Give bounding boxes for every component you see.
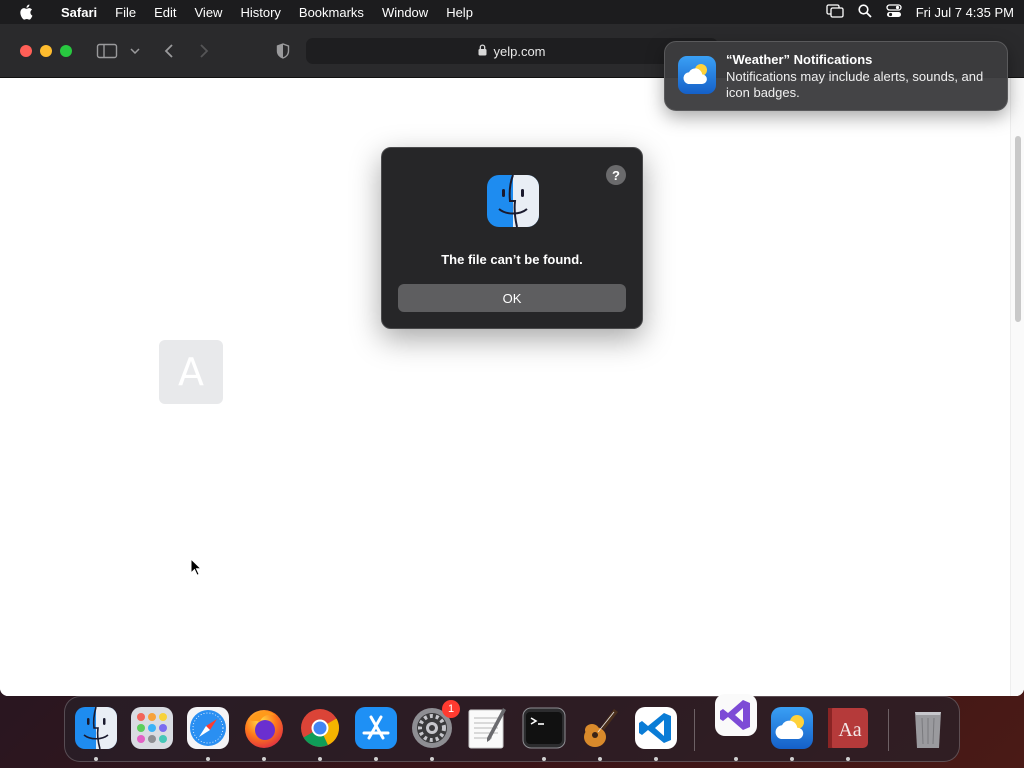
notification-title: “Weather” Notifications bbox=[726, 52, 873, 67]
forward-chevron-icon[interactable] bbox=[193, 40, 215, 62]
menu-bookmarks[interactable]: Bookmarks bbox=[290, 5, 373, 20]
running-indicator bbox=[542, 757, 546, 761]
menu-help[interactable]: Help bbox=[437, 5, 482, 20]
address-text: yelp.com bbox=[493, 43, 546, 59]
window-controls bbox=[20, 45, 72, 57]
dock-chrome-icon[interactable] bbox=[298, 706, 342, 761]
control-center-icon[interactable] bbox=[886, 3, 902, 21]
dock-trash-icon[interactable] bbox=[906, 706, 950, 750]
weather-notification-banner[interactable]: “Weather” Notifications Notifications ma… bbox=[664, 41, 1008, 111]
help-button[interactable]: ? bbox=[606, 165, 626, 185]
dock-separator bbox=[694, 709, 695, 751]
dock: 1 Aa bbox=[64, 693, 960, 762]
dock-weather-icon[interactable] bbox=[770, 706, 814, 761]
zoom-window-button[interactable] bbox=[60, 45, 72, 57]
dock-system-settings-icon[interactable]: 1 bbox=[410, 700, 460, 761]
menu-file[interactable]: File bbox=[106, 5, 145, 20]
privacy-shield-icon[interactable] bbox=[272, 40, 294, 62]
minimize-window-button[interactable] bbox=[40, 45, 52, 57]
dock-textedit-icon[interactable] bbox=[466, 706, 510, 750]
menu-history[interactable]: History bbox=[231, 5, 289, 20]
dock-safari-icon[interactable] bbox=[186, 706, 230, 761]
safari-window: yelp.com A bbox=[0, 24, 1024, 696]
dock-garageband-icon[interactable] bbox=[578, 706, 622, 761]
finder-icon bbox=[486, 174, 540, 228]
dock-launchpad-icon[interactable] bbox=[130, 706, 174, 750]
sidebar-toggle-icon[interactable] bbox=[96, 40, 118, 62]
close-window-button[interactable] bbox=[20, 45, 32, 57]
alert-message: The file can’t be found. bbox=[441, 252, 583, 267]
svg-text:Aa: Aa bbox=[838, 719, 861, 741]
mouse-pointer-icon bbox=[190, 557, 203, 581]
weather-app-icon bbox=[678, 56, 716, 94]
notification-body: Notifications may include alerts, sounds… bbox=[726, 69, 984, 100]
menu-view[interactable]: View bbox=[186, 5, 232, 20]
address-bar[interactable]: yelp.com bbox=[306, 38, 718, 64]
running-indicator bbox=[654, 757, 658, 761]
running-indicator bbox=[262, 757, 266, 761]
dock-finder-icon[interactable] bbox=[74, 706, 118, 761]
scrollbar-track[interactable] bbox=[1010, 78, 1024, 696]
running-indicator bbox=[790, 757, 794, 761]
running-indicator bbox=[206, 757, 210, 761]
dock-firefox-icon[interactable] bbox=[242, 706, 286, 761]
file-not-found-alert: ? The file can’t be found. OK bbox=[381, 147, 643, 329]
running-indicator bbox=[734, 757, 738, 761]
screen-mirroring-icon[interactable] bbox=[826, 3, 844, 21]
spotlight-search-icon[interactable] bbox=[858, 3, 872, 21]
tab-group-chevron-down-icon[interactable] bbox=[126, 40, 144, 62]
running-indicator bbox=[846, 757, 850, 761]
menu-edit[interactable]: Edit bbox=[145, 5, 185, 20]
back-chevron-icon[interactable] bbox=[158, 40, 180, 62]
running-indicator bbox=[318, 757, 322, 761]
ok-button[interactable]: OK bbox=[398, 284, 626, 312]
dock-app-store-icon[interactable] bbox=[354, 706, 398, 761]
dock-separator bbox=[888, 709, 889, 751]
scrollbar-thumb[interactable] bbox=[1015, 136, 1021, 322]
apple-menu-icon[interactable] bbox=[0, 4, 52, 20]
running-indicator bbox=[374, 757, 378, 761]
dock-visual-studio-icon[interactable] bbox=[714, 693, 758, 761]
lock-icon bbox=[478, 43, 487, 59]
menu-bar: Safari File Edit View History Bookmarks … bbox=[0, 0, 1024, 24]
placeholder-letter-tile: A bbox=[159, 340, 223, 404]
notification-badge: 1 bbox=[442, 700, 460, 718]
dock-dictionary-icon[interactable]: Aa bbox=[826, 706, 870, 761]
menu-app-name[interactable]: Safari bbox=[52, 5, 106, 20]
dock-vscode-icon[interactable] bbox=[634, 706, 678, 761]
running-indicator bbox=[598, 757, 602, 761]
menu-bar-clock[interactable]: Fri Jul 7 4:35 PM bbox=[916, 5, 1014, 20]
dock-terminal-icon[interactable] bbox=[522, 706, 566, 761]
menu-window[interactable]: Window bbox=[373, 5, 437, 20]
running-indicator bbox=[430, 757, 434, 761]
running-indicator bbox=[94, 757, 98, 761]
